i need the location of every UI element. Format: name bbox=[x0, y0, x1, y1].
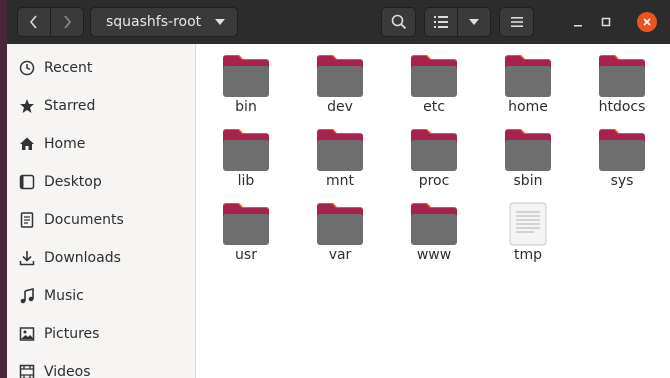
close-button[interactable] bbox=[633, 8, 661, 36]
file-name: dev bbox=[327, 99, 353, 115]
folder-icon bbox=[599, 55, 645, 97]
forward-button[interactable] bbox=[50, 7, 84, 37]
folder-icon bbox=[223, 129, 269, 171]
folder-item[interactable]: home bbox=[488, 46, 568, 116]
file-name: htdocs bbox=[598, 99, 646, 115]
sidebar-item-label: Starred bbox=[44, 98, 96, 114]
minimize-icon bbox=[574, 25, 582, 27]
search-button[interactable] bbox=[381, 7, 416, 37]
folder-icon bbox=[599, 129, 645, 171]
sidebar-item-label: Documents bbox=[44, 212, 124, 228]
sidebar-item-starred[interactable]: Starred bbox=[7, 88, 195, 124]
folder-icon bbox=[223, 55, 269, 97]
folder-item[interactable]: htdocs bbox=[582, 46, 662, 116]
chevron-left-icon bbox=[29, 15, 37, 29]
music-icon bbox=[19, 288, 35, 304]
folder-item[interactable]: dev bbox=[300, 46, 380, 116]
file-name: www bbox=[416, 247, 452, 263]
sidebar: Recent Starred Home Desktop Documents Do… bbox=[7, 44, 196, 378]
caret-down-icon bbox=[215, 19, 225, 25]
sidebar-item-label: Videos bbox=[44, 364, 91, 378]
folder-item[interactable]: proc bbox=[394, 120, 474, 190]
video-icon bbox=[19, 364, 35, 378]
sidebar-item-label: Desktop bbox=[44, 174, 102, 190]
folder-item[interactable]: mnt bbox=[300, 120, 380, 190]
sidebar-item-documents[interactable]: Documents bbox=[7, 202, 195, 238]
caret-down-icon bbox=[469, 19, 479, 25]
search-icon bbox=[391, 14, 406, 30]
folder-icon bbox=[317, 129, 363, 171]
download-icon bbox=[19, 250, 35, 266]
back-button[interactable] bbox=[17, 7, 51, 37]
file-name: var bbox=[328, 247, 352, 263]
path-bar-button[interactable]: squashfs-root bbox=[90, 7, 238, 37]
folder-item[interactable]: sys bbox=[582, 120, 662, 190]
maximize-button[interactable] bbox=[592, 8, 620, 36]
folder-icon bbox=[505, 55, 551, 97]
folder-icon bbox=[505, 129, 551, 171]
header-bar: squashfs-root bbox=[7, 0, 670, 44]
desktop-icon bbox=[19, 174, 35, 190]
folder-icon bbox=[223, 203, 269, 245]
hamburger-icon bbox=[510, 17, 523, 27]
path-label: squashfs-root bbox=[106, 14, 202, 30]
sidebar-item-recent[interactable]: Recent bbox=[7, 50, 195, 86]
sidebar-item-label: Home bbox=[44, 136, 86, 152]
desktop-edge bbox=[0, 0, 7, 378]
sidebar-item-home[interactable]: Home bbox=[7, 126, 195, 162]
document-icon bbox=[19, 212, 35, 228]
sidebar-item-label: Downloads bbox=[44, 250, 121, 266]
file-name: sbin bbox=[513, 173, 543, 189]
close-icon bbox=[637, 12, 657, 32]
chevron-right-icon bbox=[64, 15, 72, 29]
sidebar-item-pictures[interactable]: Pictures bbox=[7, 316, 195, 352]
folder-icon bbox=[317, 203, 363, 245]
file-grid: bin dev etc home htdocs lib mnt proc sbi… bbox=[196, 44, 670, 378]
sidebar-item-downloads[interactable]: Downloads bbox=[7, 240, 195, 276]
file-name: usr bbox=[235, 247, 257, 263]
folder-item[interactable]: www bbox=[394, 194, 474, 264]
file-name: mnt bbox=[326, 173, 354, 189]
folder-icon bbox=[317, 55, 363, 97]
maximize-icon bbox=[601, 17, 611, 27]
sidebar-item-label: Recent bbox=[44, 60, 93, 76]
folder-icon bbox=[411, 55, 457, 97]
list-view-icon bbox=[434, 16, 448, 28]
file-manager-window: squashfs-root Recent Starred Home Deskto… bbox=[7, 0, 670, 378]
folder-item[interactable]: bin bbox=[206, 46, 286, 116]
clock-icon bbox=[19, 60, 35, 76]
sidebar-item-music[interactable]: Music bbox=[7, 278, 195, 314]
file-name: home bbox=[508, 99, 548, 115]
menu-button[interactable] bbox=[499, 7, 534, 37]
star-icon bbox=[19, 98, 35, 114]
sidebar-item-videos[interactable]: Videos bbox=[7, 354, 195, 378]
file-name: tmp bbox=[513, 247, 542, 263]
folder-item[interactable]: sbin bbox=[488, 120, 568, 190]
folder-item[interactable]: usr bbox=[206, 194, 286, 264]
folder-item[interactable]: var bbox=[300, 194, 380, 264]
file-name: proc bbox=[418, 173, 450, 189]
picture-icon bbox=[19, 326, 35, 342]
folder-icon bbox=[411, 203, 457, 245]
sidebar-item-label: Pictures bbox=[44, 326, 100, 342]
file-name: sys bbox=[610, 173, 634, 189]
view-options-dropdown[interactable] bbox=[457, 7, 491, 37]
file-name: lib bbox=[237, 173, 255, 189]
sidebar-item-desktop[interactable]: Desktop bbox=[7, 164, 195, 200]
text-file-icon bbox=[509, 202, 547, 246]
folder-item[interactable]: lib bbox=[206, 120, 286, 190]
folder-item[interactable]: etc bbox=[394, 46, 474, 116]
minimize-button[interactable] bbox=[564, 8, 592, 36]
view-list-button[interactable] bbox=[424, 7, 458, 37]
file-name: etc bbox=[423, 99, 445, 115]
home-icon bbox=[19, 136, 35, 152]
file-item[interactable]: tmp bbox=[488, 194, 568, 264]
file-name: bin bbox=[235, 99, 257, 115]
folder-icon bbox=[411, 129, 457, 171]
sidebar-item-label: Music bbox=[44, 288, 84, 304]
